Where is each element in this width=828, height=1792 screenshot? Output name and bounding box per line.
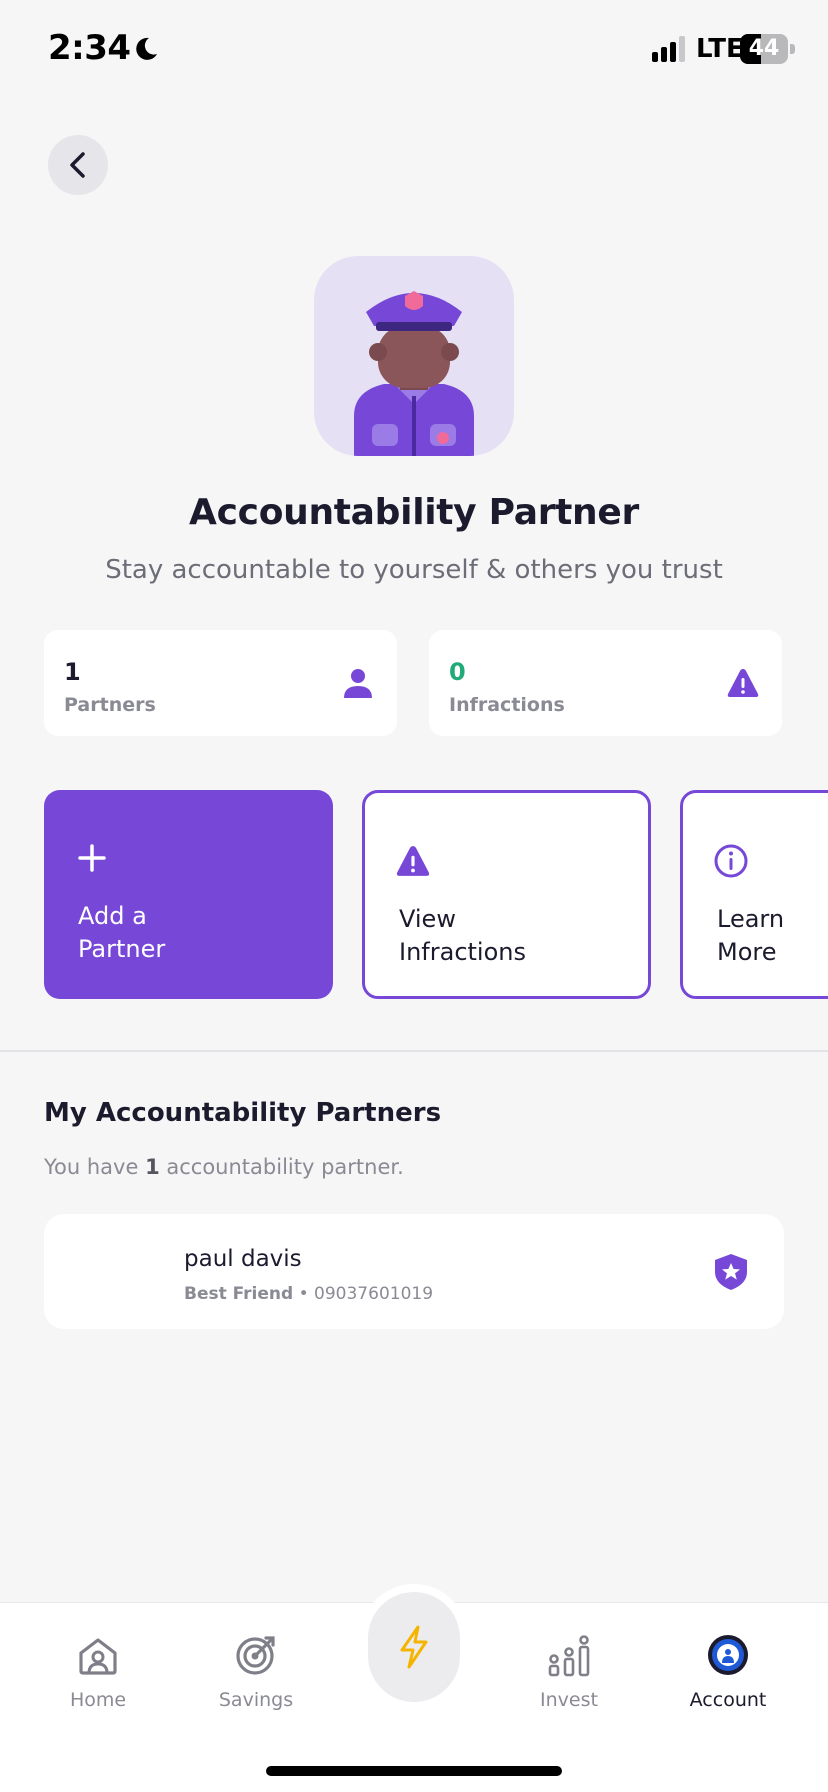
learn-more-label-line1: Learn (717, 905, 785, 933)
moon-icon (136, 37, 157, 60)
target-icon (236, 1636, 275, 1675)
add-partner-label-line1: Add a (78, 902, 147, 930)
page-title: Accountability Partner (189, 492, 639, 533)
partners-stat-card: 1 Partners (44, 630, 397, 736)
tab-account[interactable]: Account (658, 1633, 798, 1711)
view-infractions-label-line2: Infractions (399, 938, 526, 966)
partner-count: 1 (145, 1155, 160, 1179)
tab-home[interactable]: Home (28, 1633, 168, 1711)
partner-name: paul davis (184, 1246, 302, 1272)
warning-icon (727, 669, 759, 697)
tab-savings-label: Savings (218, 1689, 294, 1711)
signal-icon (652, 36, 685, 62)
tab-home-label: Home (69, 1689, 127, 1711)
infractions-stat-card: 0 Infractions (429, 630, 782, 736)
invest-icon (548, 1635, 590, 1677)
screen: 2:34 LTE 44 Accountability Partner Stay … (0, 0, 828, 1792)
add-partner-label-line2: Partner (78, 935, 166, 963)
tab-invest[interactable]: Invest (499, 1633, 639, 1711)
home-icon (79, 1638, 117, 1675)
person-icon (344, 669, 372, 698)
back-button[interactable] (48, 135, 108, 195)
partners-label: Partners (64, 694, 156, 716)
add-partner-button[interactable]: Add a Partner (44, 790, 333, 999)
view-infractions-label-line1: View (399, 905, 456, 933)
warning-icon (396, 846, 430, 876)
subtitle-prefix: You have (44, 1155, 146, 1179)
actions-carousel[interactable]: Add a Partner View Infractions Learn Mor… (44, 790, 828, 1000)
quick-action-button[interactable] (368, 1592, 460, 1702)
status-time: 2:34 (48, 28, 131, 68)
battery-icon: 44 (740, 34, 796, 64)
infractions-label: Infractions (449, 694, 565, 716)
subtitle-suffix: accountability partner. (159, 1155, 404, 1179)
plus-icon (78, 844, 106, 872)
learn-more-label: Learn More (717, 903, 828, 969)
partner-relation: Best Friend (184, 1284, 294, 1304)
learn-more-button[interactable]: Learn More (680, 790, 828, 999)
partners-section-title: My Accountability Partners (44, 1098, 442, 1128)
home-indicator (266, 1766, 562, 1776)
battery-percent: 44 (748, 36, 780, 61)
star-badge-icon (715, 1254, 747, 1290)
add-partner-label: Add a Partner (78, 900, 278, 966)
officer-illustration (314, 256, 514, 456)
partner-list-item[interactable]: paul davis Best Friend • 09037601019 (44, 1214, 784, 1329)
view-infractions-label: View Infractions (399, 903, 599, 969)
tab-account-label: Account (689, 1689, 767, 1711)
tab-invest-label: Invest (540, 1689, 598, 1711)
infractions-count: 0 (449, 658, 466, 686)
partner-phone: 09037601019 (314, 1284, 434, 1304)
partner-meta: Best Friend • 09037601019 (184, 1284, 433, 1304)
info-icon (714, 844, 748, 878)
section-divider (0, 1050, 828, 1052)
view-infractions-button[interactable]: View Infractions (362, 790, 651, 999)
tab-savings[interactable]: Savings (186, 1633, 326, 1711)
network-label: LTE (696, 34, 744, 64)
chevron-left-icon (70, 152, 85, 178)
lightning-icon (400, 1625, 428, 1669)
account-icon (708, 1635, 748, 1675)
partners-section-subtitle: You have 1 accountability partner. (44, 1155, 404, 1179)
partners-count: 1 (64, 658, 81, 686)
page-subtitle: Stay accountable to yourself & others yo… (105, 555, 723, 585)
status-bar: 2:34 LTE 44 (0, 0, 828, 100)
partner-separator: • (293, 1284, 315, 1304)
learn-more-label-line2: More (717, 938, 777, 966)
